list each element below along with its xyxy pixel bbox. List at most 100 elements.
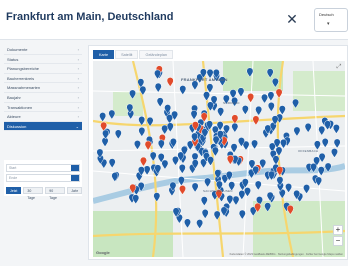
map-pin-icon[interactable] bbox=[285, 183, 293, 193]
map-pin-icon[interactable] bbox=[275, 88, 283, 99]
map-pin-icon[interactable] bbox=[114, 129, 122, 140]
map-pin-icon[interactable] bbox=[111, 172, 119, 183]
map-pin-icon[interactable] bbox=[217, 107, 225, 118]
sidebar-item-label: Baujahr bbox=[7, 94, 21, 100]
map-pin-icon[interactable] bbox=[247, 93, 255, 103]
map-pin-icon[interactable] bbox=[232, 195, 240, 206]
map-pin-icon[interactable] bbox=[241, 105, 249, 115]
map-pin-icon[interactable] bbox=[200, 196, 208, 207]
map-pin-icon[interactable] bbox=[184, 218, 191, 229]
map-graphics bbox=[93, 61, 345, 257]
chevron-right-icon: › bbox=[77, 114, 79, 120]
map-pin-icon[interactable] bbox=[132, 194, 140, 205]
map-pin-icon[interactable] bbox=[138, 127, 146, 137]
tab-satellite[interactable]: Satellit bbox=[115, 50, 139, 59]
sidebar-item-dokumente[interactable]: Dokumente › bbox=[4, 45, 82, 55]
sidebar-item-planungsbereiche[interactable]: Planungsbereiche › bbox=[4, 64, 82, 74]
close-icon[interactable]: ✕ bbox=[283, 10, 301, 28]
map-label-city: FRANKFURT AM MAIN bbox=[181, 77, 228, 82]
date-from-placeholder: Start bbox=[9, 166, 17, 170]
map-pin-icon[interactable] bbox=[204, 177, 212, 188]
map-pin-icon[interactable] bbox=[267, 102, 275, 112]
chevron-right-icon: › bbox=[77, 94, 79, 100]
map-pin-icon[interactable] bbox=[154, 82, 162, 93]
sidebar-item-transaktionen[interactable]: Transaktionen › bbox=[4, 102, 82, 113]
map-pin-icon[interactable] bbox=[226, 155, 234, 165]
date-to-field[interactable]: Ende bbox=[6, 174, 80, 182]
map-pin-icon[interactable] bbox=[254, 180, 262, 191]
sidebar-item-akteure[interactable]: Akteure › bbox=[4, 112, 82, 122]
chip-now[interactable]: Jetzt bbox=[6, 187, 22, 194]
map-pin-icon[interactable] bbox=[172, 156, 179, 166]
sidebar-item-diskussion[interactable]: Diskussion ⌄ bbox=[4, 121, 82, 132]
sidebar-item-status[interactable]: Status › bbox=[4, 54, 82, 65]
map-pin-icon[interactable] bbox=[101, 137, 109, 148]
map-pin-icon[interactable] bbox=[255, 105, 263, 116]
period-chips: Jetzt 30 Tage 90 Tage Jahr bbox=[6, 187, 82, 200]
map-pin-icon[interactable] bbox=[161, 159, 169, 170]
zoom-out-button[interactable]: − bbox=[333, 236, 343, 246]
chevron-down-icon: ▾ bbox=[327, 21, 330, 27]
map-pin-icon[interactable] bbox=[275, 146, 283, 157]
map-pin-icon[interactable] bbox=[303, 184, 311, 194]
map-pin-icon[interactable] bbox=[332, 124, 340, 134]
map-pin-icon[interactable] bbox=[201, 209, 209, 219]
map-pin-icon[interactable] bbox=[156, 97, 164, 108]
map-pin-icon[interactable] bbox=[99, 112, 107, 123]
map-pin-icon[interactable] bbox=[278, 105, 286, 116]
chevron-right-icon: › bbox=[77, 85, 79, 91]
map-pin-icon[interactable] bbox=[190, 110, 198, 120]
language-select[interactable]: Deutsch ▾ bbox=[314, 8, 348, 32]
map-pin-icon[interactable] bbox=[237, 87, 245, 98]
chip-30-days[interactable]: 30 Tage bbox=[23, 187, 44, 200]
sidebar-item-baujahr[interactable]: Baujahr › bbox=[4, 92, 82, 103]
map-pin-icon[interactable] bbox=[166, 122, 174, 133]
map-canvas[interactable]: FRANKFURT AM MAIN NORDEND SACHSENHAUSEN … bbox=[93, 61, 345, 257]
map-pin-icon[interactable] bbox=[315, 176, 323, 187]
zoom-in-button[interactable]: + bbox=[333, 225, 343, 235]
map-pin-icon[interactable] bbox=[252, 115, 260, 126]
map-pin-icon[interactable] bbox=[143, 165, 151, 176]
map-pin-icon[interactable] bbox=[108, 109, 116, 120]
chevron-right-icon: › bbox=[77, 47, 79, 52]
sidebar-item-label: Akteure bbox=[7, 114, 21, 120]
map-pin-icon[interactable] bbox=[166, 114, 173, 124]
map-pin-icon[interactable] bbox=[153, 192, 161, 203]
calendar-icon[interactable] bbox=[71, 175, 79, 181]
google-logo: Google bbox=[96, 250, 110, 255]
map-pin-icon[interactable] bbox=[238, 190, 246, 200]
tab-map[interactable]: Karte bbox=[93, 50, 115, 59]
map-pin-icon[interactable] bbox=[244, 187, 251, 197]
map-pin-icon[interactable] bbox=[179, 185, 186, 195]
chevron-right-icon: › bbox=[77, 56, 79, 62]
park-area bbox=[293, 71, 345, 111]
sidebar-item-bauherrenkreis[interactable]: Bauherrenkreis › bbox=[4, 73, 82, 84]
map-pin-icon[interactable] bbox=[140, 156, 147, 167]
map-pin-icon[interactable] bbox=[178, 164, 186, 174]
map-pin-icon[interactable] bbox=[267, 91, 275, 102]
fullscreen-icon[interactable]: ⤢ bbox=[335, 63, 343, 71]
sidebar-item-massnahmenarten[interactable]: Massnahmenarten › bbox=[4, 83, 82, 93]
map-pin-icon[interactable] bbox=[191, 182, 199, 193]
map-pin-icon[interactable] bbox=[157, 139, 165, 150]
date-from-field[interactable]: Start bbox=[6, 164, 80, 172]
map-pin-icon[interactable] bbox=[331, 148, 338, 158]
chip-year[interactable]: Jahr bbox=[67, 187, 82, 194]
map-pin-icon[interactable] bbox=[304, 122, 312, 133]
map-pin-icon[interactable] bbox=[196, 219, 204, 230]
map-pin-icon[interactable] bbox=[133, 140, 141, 150]
calendar-icon[interactable] bbox=[71, 165, 79, 171]
map-pin-icon[interactable] bbox=[166, 77, 174, 87]
map-pin-icon[interactable] bbox=[231, 122, 239, 133]
date-to-placeholder: Ende bbox=[9, 176, 18, 180]
map-pin-icon[interactable] bbox=[108, 158, 116, 169]
tab-terrain[interactable]: Geländeplan bbox=[139, 50, 174, 59]
map-pin-icon[interactable] bbox=[149, 151, 157, 162]
map-pin-icon[interactable] bbox=[144, 140, 152, 151]
map-pin-icon[interactable] bbox=[318, 125, 326, 136]
map-pin-icon[interactable] bbox=[293, 126, 301, 137]
map-pin-icon[interactable] bbox=[261, 93, 268, 104]
chip-90-days[interactable]: 90 Tage bbox=[45, 187, 66, 200]
map-pin-icon[interactable] bbox=[191, 80, 199, 91]
map-pin-icon[interactable] bbox=[203, 91, 210, 102]
